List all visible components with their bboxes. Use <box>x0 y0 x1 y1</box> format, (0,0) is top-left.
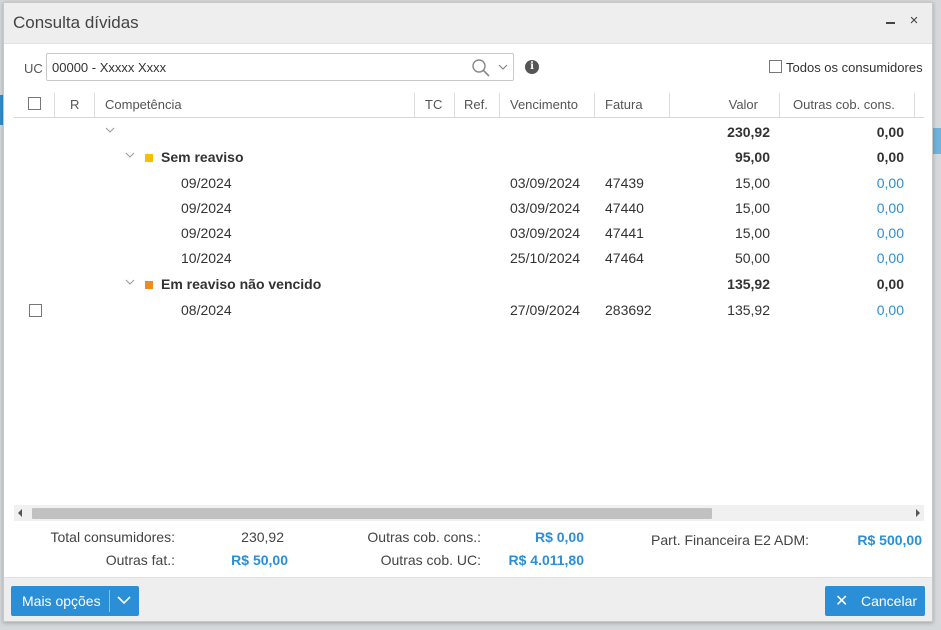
dialog-footer: Mais opções ✕ Cancelar <box>4 577 932 621</box>
column-header-valor[interactable]: Valor <box>674 97 758 112</box>
table-row[interactable]: 09/2024 03/09/2024 47440 15,00 0,00 <box>14 195 924 220</box>
status-square-yellow-icon <box>145 154 153 162</box>
uc-input-value[interactable]: 00000 - Xxxxx Xxxx <box>52 60 166 75</box>
part-financeira-value[interactable]: R$ 500,00 <box>834 532 922 548</box>
scroll-right-arrow-icon[interactable] <box>916 509 920 517</box>
mais-opcoes-button[interactable]: Mais opções <box>11 586 139 616</box>
group-outras: 0,00 <box>876 149 904 165</box>
cell-fatura: 47441 <box>605 225 644 241</box>
cell-vencimento: 03/09/2024 <box>510 175 581 191</box>
table-row[interactable]: 08/2024 27/09/2024 283692 135,92 0,00 <box>14 297 924 322</box>
root-valor: 230,92 <box>727 124 770 140</box>
outras-cob-uc-label: Outras cob. UC: <box>380 552 481 568</box>
chevron-down-icon[interactable] <box>116 594 132 606</box>
chevron-down-icon[interactable] <box>125 278 135 286</box>
outras-cob-cons-value[interactable]: R$ 0,00 <box>494 529 584 545</box>
dialog-title: Consulta dívidas <box>13 13 139 32</box>
mais-opcoes-label: Mais opções <box>22 593 101 609</box>
cell-outras-link[interactable]: 0,00 <box>804 200 904 216</box>
table-row[interactable]: 09/2024 03/09/2024 47439 15,00 0,00 <box>14 170 924 195</box>
cell-competencia: 09/2024 <box>181 225 232 241</box>
row-select-checkbox[interactable] <box>29 304 42 317</box>
chevron-down-icon[interactable] <box>497 60 509 74</box>
outras-fat-label: Outras fat.: <box>105 552 175 568</box>
status-square-orange-icon <box>145 281 153 289</box>
cell-outras-link[interactable]: 0,00 <box>804 250 904 266</box>
close-button[interactable]: × <box>907 12 921 30</box>
outras-fat-value[interactable]: R$ 50,00 <box>204 552 288 568</box>
column-header-vencimento[interactable]: Vencimento <box>510 97 578 112</box>
group-valor: 95,00 <box>734 149 770 165</box>
cell-competencia: 10/2024 <box>181 250 232 266</box>
cell-competencia: 09/2024 <box>181 200 232 216</box>
total-consumidores-label: Total consumidores: <box>50 529 175 545</box>
cell-vencimento: 03/09/2024 <box>510 225 581 241</box>
close-icon: ✕ <box>835 593 849 610</box>
group-valor: 135,92 <box>727 276 770 292</box>
chevron-down-icon[interactable] <box>105 126 115 134</box>
root-outras: 0,00 <box>876 124 904 140</box>
group-outras: 0,00 <box>876 276 904 292</box>
info-icon[interactable]: i <box>525 60 539 74</box>
cell-vencimento: 27/09/2024 <box>510 302 581 318</box>
cell-vencimento: 25/10/2024 <box>510 250 581 266</box>
total-consumidores-value: 230,92 <box>241 529 284 545</box>
search-icon[interactable] <box>471 58 491 78</box>
button-split-divider <box>109 590 110 612</box>
cell-fatura: 47440 <box>605 200 644 216</box>
part-financeira-label: Part. Financeira E2 ADM: <box>651 532 809 548</box>
cell-valor: 15,00 <box>734 200 770 216</box>
scroll-left-arrow-icon[interactable] <box>18 509 22 517</box>
uc-label: UC <box>24 61 43 76</box>
cell-competencia: 08/2024 <box>181 302 232 318</box>
cell-fatura: 47464 <box>605 250 644 266</box>
cancelar-button[interactable]: ✕ Cancelar <box>825 586 925 616</box>
table-row[interactable]: 10/2024 25/10/2024 47464 50,00 0,00 <box>14 245 924 270</box>
outras-cob-cons-label: Outras cob. cons.: <box>367 529 481 545</box>
cell-competencia: 09/2024 <box>181 175 232 191</box>
consulta-dividas-dialog: Consulta dívidas × UC 00000 - Xxxxx Xxxx… <box>3 2 933 622</box>
column-header-outras-cob-cons[interactable]: Outras cob. cons. <box>793 97 895 112</box>
chevron-down-icon[interactable] <box>125 151 135 159</box>
cell-outras-link[interactable]: 0,00 <box>804 302 904 318</box>
background-app-strip-right <box>933 128 941 154</box>
cancelar-label: Cancelar <box>861 593 918 609</box>
column-header-fatura[interactable]: Fatura <box>605 97 643 112</box>
scrollbar-thumb[interactable] <box>32 508 712 519</box>
group-label: Sem reaviso <box>161 149 244 165</box>
cell-valor: 15,00 <box>734 175 770 191</box>
dialog-titlebar: Consulta dívidas × <box>4 3 932 44</box>
cell-valor: 135,92 <box>727 302 770 318</box>
select-all-checkbox[interactable] <box>28 97 41 110</box>
group-row-em-reaviso-nao-vencido[interactable]: Em reaviso não vencido 135,92 0,00 <box>14 271 924 296</box>
cell-fatura: 283692 <box>605 302 652 318</box>
outras-cob-uc-value[interactable]: R$ 4.011,80 <box>494 552 584 568</box>
tree-root-row[interactable]: 230,92 0,00 <box>14 119 924 144</box>
grid-header: R Competência TC Ref. Vencimento Fatura … <box>14 91 924 118</box>
group-label: Em reaviso não vencido <box>161 276 322 292</box>
column-header-competencia[interactable]: Competência <box>105 97 182 112</box>
minimize-button[interactable] <box>884 12 898 30</box>
group-row-sem-reaviso[interactable]: Sem reaviso 95,00 0,00 <box>14 144 924 169</box>
column-header-tc[interactable]: TC <box>425 97 442 112</box>
horizontal-scrollbar[interactable] <box>14 505 924 521</box>
cell-vencimento: 03/09/2024 <box>510 200 581 216</box>
column-header-ref[interactable]: Ref. <box>464 97 488 112</box>
todos-consumidores-checkbox[interactable] <box>769 60 782 73</box>
cell-outras-link[interactable]: 0,00 <box>804 175 904 191</box>
table-row[interactable]: 09/2024 03/09/2024 47441 15,00 0,00 <box>14 220 924 245</box>
cell-fatura: 47439 <box>605 175 644 191</box>
uc-combobox[interactable]: 00000 - Xxxxx Xxxx <box>46 53 514 81</box>
cell-valor: 15,00 <box>734 225 770 241</box>
column-header-r[interactable]: R <box>70 97 79 112</box>
cell-valor: 50,00 <box>734 250 770 266</box>
cell-outras-link[interactable]: 0,00 <box>804 225 904 241</box>
todos-consumidores-label: Todos os consumidores <box>786 60 923 75</box>
